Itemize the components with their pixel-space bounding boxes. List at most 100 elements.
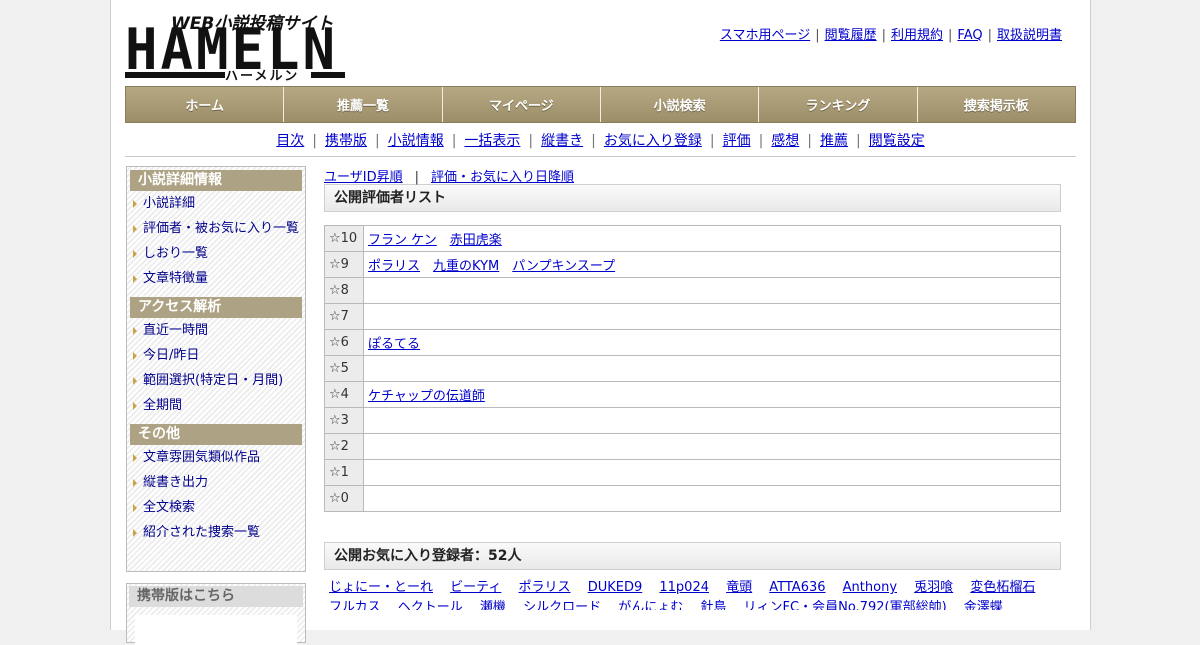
favorite-user-link[interactable]: ヘクトール — [398, 600, 463, 610]
rating-row: ☆1 — [324, 459, 1061, 486]
mobile-box-title: 携帯版はこちら — [129, 586, 303, 607]
sub-nav-link[interactable]: 推薦 — [820, 133, 848, 149]
favorite-user-link[interactable]: 兎羽喰 — [914, 580, 953, 595]
top-link[interactable]: スマホ用ページ — [720, 28, 810, 43]
rating-score: ☆8 — [324, 277, 364, 304]
sidebar-item[interactable]: しおり一覧 — [130, 241, 302, 266]
sidebar-item-link[interactable]: 範囲選択(特定日・月間) — [143, 373, 283, 388]
rater-link[interactable]: 九重のKYM — [433, 259, 499, 274]
sort-user-id-asc-link[interactable]: ユーザID昇順 — [324, 170, 403, 185]
sidebar-item-link[interactable]: 文章雰囲気類似作品 — [143, 450, 260, 465]
sidebar-item[interactable]: 全文検索 — [130, 495, 302, 520]
favorite-user-link[interactable]: 11p024 — [659, 580, 709, 595]
rating-row: ☆9 ポラリス 九重のKYM パンプキンスープ — [324, 251, 1061, 278]
favorite-user-link[interactable]: 竜頭 — [726, 580, 752, 595]
rating-score: ☆9 — [324, 251, 364, 278]
favorite-user-link[interactable]: ビーティ — [450, 580, 501, 595]
favorite-user-link[interactable]: ATTA636 — [769, 580, 825, 595]
sub-nav-separator: | — [451, 133, 457, 149]
arrow-right-icon — [133, 479, 137, 487]
rating-row: ☆3 — [324, 407, 1061, 434]
favorite-user-link[interactable]: ポラリス — [519, 580, 571, 595]
top-link[interactable]: FAQ — [957, 28, 982, 43]
top-link[interactable]: 取扱説明書 — [997, 28, 1062, 43]
favorite-user-link[interactable]: じょにー・とーれ — [329, 580, 433, 595]
rater-link[interactable]: ぽるてる — [368, 337, 420, 352]
logo-underline-right — [311, 72, 345, 78]
sidebar-item-link[interactable]: 評価者・被お気に入り一覧 — [143, 221, 299, 236]
top-links: スマホ用ページ | 閲覧履歴 | 利用規約 | FAQ | 取扱説明書 — [720, 24, 1062, 43]
rating-row: ☆10 フラン ケン 赤田虎楽 — [324, 225, 1061, 252]
sidebar-section-title: 小説詳細情報 — [130, 170, 302, 191]
favorite-user-link[interactable]: シルクロード — [523, 600, 601, 610]
sidebar-item[interactable]: 文章特徴量 — [130, 266, 302, 291]
top-link[interactable]: 閲覧履歴 — [825, 28, 877, 43]
sub-nav-link[interactable]: 携帯版 — [325, 133, 367, 149]
nav-button[interactable]: 捜索掲示板 — [917, 87, 1075, 122]
sub-nav-link[interactable]: 感想 — [771, 133, 799, 149]
sidebar-item[interactable]: 全期間 — [130, 393, 302, 418]
nav-button[interactable]: 小説検索 — [600, 87, 760, 122]
favorite-user-link[interactable]: リィンFC・会員No.792(軍部総帥) — [744, 600, 947, 610]
top-link-separator: | — [881, 28, 886, 43]
favorite-user-link[interactable]: 変色柘榴石 — [970, 580, 1035, 595]
rating-score: ☆3 — [324, 407, 364, 434]
rater-link[interactable]: ポラリス — [368, 259, 420, 274]
mobile-version-box: 携帯版はこちら — [126, 583, 306, 645]
top-link[interactable]: 利用規約 — [891, 28, 943, 43]
sidebar-item-link[interactable]: 全期間 — [143, 398, 182, 413]
nav-button[interactable]: ホーム — [126, 87, 285, 122]
nav-button[interactable]: マイページ — [442, 87, 601, 122]
sub-nav-separator: | — [758, 133, 764, 149]
sub-nav-link[interactable]: 閲覧設定 — [869, 133, 925, 149]
hameln-logo[interactable]: WEB小説投稿サイト HAMELN ハーメルン — [125, 8, 347, 84]
sidebar-item-link[interactable]: 全文検索 — [143, 500, 195, 515]
sub-nav-link[interactable]: 縦書き — [541, 133, 583, 149]
sort-rating-date-desc-link[interactable]: 評価・お気に入り日降順 — [431, 170, 574, 185]
sidebar-item[interactable]: 直近一時間 — [130, 318, 302, 343]
sidebar-item-link[interactable]: 小説詳細 — [143, 196, 195, 211]
sidebar-item-link[interactable]: 縦書き出力 — [143, 475, 208, 490]
sidebar-item[interactable]: 紹介された捜索一覧 — [130, 520, 302, 545]
rater-link[interactable]: フラン ケン — [368, 233, 437, 248]
sidebar-item[interactable]: 評価者・被お気に入り一覧 — [130, 216, 302, 241]
arrow-right-icon — [133, 504, 137, 512]
sub-nav-link[interactable]: 一括表示 — [464, 133, 520, 149]
favorite-user-link[interactable]: 針島 — [700, 600, 726, 610]
nav-button[interactable]: ランキング — [759, 87, 918, 122]
favorite-user-link[interactable]: DUKED9 — [588, 580, 643, 595]
arrow-right-icon — [133, 327, 137, 335]
favorite-user-link[interactable]: がんにょむ — [618, 600, 683, 610]
favorite-user-link[interactable]: 金澤蝶 — [964, 600, 1003, 610]
sub-nav-link[interactable]: 小説情報 — [388, 133, 444, 149]
rating-score: ☆4 — [324, 381, 364, 408]
rater-link[interactable]: 赤田虎楽 — [450, 233, 502, 248]
favorite-user-link[interactable]: 瀬機 — [480, 600, 506, 610]
sidebar-item-link[interactable]: 直近一時間 — [143, 323, 208, 338]
rater-link[interactable]: パンプキンスープ — [512, 259, 615, 274]
sidebar-item[interactable]: 小説詳細 — [130, 191, 302, 216]
favorite-user-link[interactable]: Anthony — [843, 580, 897, 595]
sub-nav: 目次 | 携帯版 | 小説情報 | 一括表示 | 縦書き | お気に入り登録 | 評価 | 感想 | 推薦 | 閲覧… — [125, 130, 1076, 150]
sub-nav-separator: | — [856, 133, 861, 149]
sidebar-item-link[interactable]: しおり一覧 — [143, 246, 208, 261]
sidebar-item-link[interactable]: 今日/昨日 — [143, 348, 199, 363]
sub-nav-separator: | — [312, 133, 317, 149]
sidebar-item[interactable]: 範囲選択(特定日・月間) — [130, 368, 302, 393]
sub-nav-link[interactable]: 目次 — [276, 133, 304, 149]
sidebar-item-link[interactable]: 紹介された捜索一覧 — [143, 525, 260, 540]
divider — [125, 156, 1076, 157]
favorite-user-link[interactable]: フルカス — [329, 600, 381, 610]
rating-raters — [363, 277, 1061, 304]
sidebar-item[interactable]: 今日/昨日 — [130, 343, 302, 368]
rating-score: ☆7 — [324, 303, 364, 330]
ratings-title: 公開評価者リスト — [324, 184, 1061, 212]
rating-score: ☆0 — [324, 485, 364, 512]
sidebar-item-link[interactable]: 文章特徴量 — [143, 271, 208, 286]
sub-nav-link[interactable]: お気に入り登録 — [604, 133, 702, 149]
nav-button[interactable]: 推薦一覧 — [284, 87, 443, 122]
sidebar-item[interactable]: 文章雰囲気類似作品 — [130, 445, 302, 470]
rater-link[interactable]: ケチャップの伝道師 — [368, 389, 485, 404]
sub-nav-link[interactable]: 評価 — [723, 133, 751, 149]
sidebar-item[interactable]: 縦書き出力 — [130, 470, 302, 495]
